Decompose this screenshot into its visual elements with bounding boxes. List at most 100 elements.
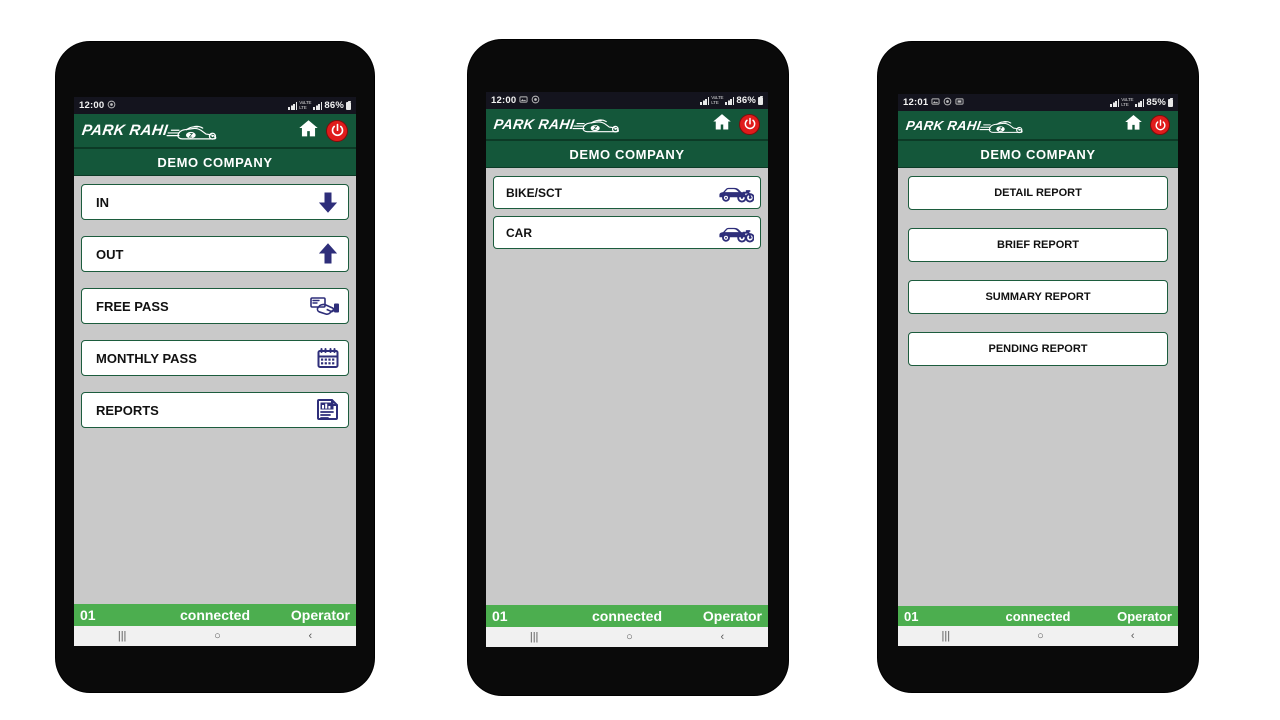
back-button[interactable]: ‹ xyxy=(1131,630,1135,642)
home-button[interactable]: ○ xyxy=(626,631,633,643)
menu-content-area: DETAIL REPORT BRIEF REPORT SUMMARY REPOR… xyxy=(898,168,1178,606)
battery-icon xyxy=(1168,97,1173,107)
gallery-icon xyxy=(519,95,528,106)
company-name: DEMO COMPANY xyxy=(980,146,1096,162)
status-connection: connected xyxy=(1005,608,1071,624)
power-icon[interactable] xyxy=(326,119,348,142)
app-logo: PARK RAHI Z xyxy=(492,114,623,134)
app-status-bar: 01 connected Operator xyxy=(898,606,1178,626)
menu-button-car[interactable]: CAR xyxy=(493,216,761,249)
power-icon[interactable] xyxy=(739,113,760,135)
alarm-icon xyxy=(531,95,540,106)
menu-button-label: CAR xyxy=(506,225,532,240)
back-button[interactable]: ‹ xyxy=(720,631,724,643)
battery-percent: 86% xyxy=(736,95,756,106)
app-logo: PARK RAHI Z xyxy=(905,116,1026,135)
phone-reports-screen: 12:01 VoLTE LTE 85% PARK RAHI Z DEMO COM… xyxy=(898,94,1178,646)
menu-content-area: BIKE/SCT CAR xyxy=(486,168,768,605)
menu-button-label: SUMMARY REPORT xyxy=(985,291,1091,303)
status-role: Operator xyxy=(290,607,350,623)
network-type-indicator: VoLTE LTE xyxy=(299,99,312,110)
phone-main-menu-device: 12:00 VoLTE LTE 86% PARK RAHI Z DEMO COM… xyxy=(56,42,374,692)
phone-main-menu-screen: 12:00 VoLTE LTE 86% PARK RAHI Z DEMO COM… xyxy=(74,97,356,646)
app-status-bar: 01 connected Operator xyxy=(74,604,356,626)
arrow-down-icon xyxy=(316,190,340,214)
app-header: PARK RAHI Z xyxy=(74,114,356,149)
home-button[interactable]: ○ xyxy=(1037,630,1044,642)
app-logo-text: PARK RAHI xyxy=(492,116,576,132)
android-status-bar: 12:00 VoLTE LTE 86% xyxy=(74,97,356,114)
alarm-icon xyxy=(943,97,952,108)
car-bike-icon xyxy=(718,181,754,204)
menu-button-pending-report[interactable]: PENDING REPORT xyxy=(908,332,1168,366)
menu-button-label: FREE PASS xyxy=(96,298,169,314)
status-role: Operator xyxy=(1117,608,1172,624)
signal-bars-icon-2 xyxy=(313,101,323,110)
menu-button-label: PENDING REPORT xyxy=(988,343,1088,355)
app-status-bar: 01 connected Operator xyxy=(486,605,768,627)
company-title-bar: DEMO COMPANY xyxy=(898,141,1178,168)
phone-vehicle-type-device: 12:00 VoLTE LTE 86% PARK RAHI Z DEMO COM… xyxy=(468,40,788,695)
menu-button-summary-report[interactable]: SUMMARY REPORT xyxy=(908,280,1168,314)
app-logo-text: PARK RAHI xyxy=(80,122,170,139)
status-connection: connected xyxy=(179,607,250,623)
phone-vehicle-type-screen: 12:00 VoLTE LTE 86% PARK RAHI Z DEMO COM… xyxy=(486,92,768,647)
company-name: DEMO COMPANY xyxy=(569,146,685,162)
menu-button-detail-report[interactable]: DETAIL REPORT xyxy=(908,176,1168,210)
calendar-icon xyxy=(316,346,340,370)
menu-button-label: MONTHLY PASS xyxy=(96,350,197,366)
menu-button-free-pass[interactable]: FREE PASS xyxy=(81,288,349,324)
battery-percent: 85% xyxy=(1146,97,1166,108)
signal-bars-icon-2 xyxy=(725,96,735,105)
recents-button[interactable]: ||| xyxy=(942,630,951,642)
status-role: Operator xyxy=(702,608,762,624)
report-doc-icon xyxy=(316,398,340,422)
park-rahi-car-mark: Z xyxy=(979,120,1023,133)
menu-button-bike-sct[interactable]: BIKE/SCT xyxy=(493,176,761,209)
android-nav-bar: ||| ○ ‹ xyxy=(486,627,768,647)
status-counter: 01 xyxy=(492,608,508,624)
system-clock: 12:00 xyxy=(491,95,517,106)
svg-text:Z: Z xyxy=(188,133,193,139)
car-bike-icon xyxy=(718,221,754,244)
recents-button[interactable]: ||| xyxy=(530,631,539,643)
menu-button-label: OUT xyxy=(96,246,124,262)
home-icon[interactable] xyxy=(1124,113,1143,137)
back-button[interactable]: ‹ xyxy=(308,630,312,642)
gallery-icon xyxy=(931,97,940,108)
park-rahi-car-mark: Z xyxy=(166,125,217,140)
saved-icon xyxy=(955,97,964,108)
android-status-bar: 12:01 VoLTE LTE 85% xyxy=(898,94,1178,111)
network-type-indicator: VoLTE LTE xyxy=(711,94,724,105)
network-type-indicator: VoLTE LTE xyxy=(1121,96,1134,107)
power-icon[interactable] xyxy=(1150,115,1170,135)
signal-bars-icon xyxy=(1110,98,1120,107)
menu-button-out[interactable]: OUT xyxy=(81,236,349,272)
menu-button-monthly-pass[interactable]: MONTHLY PASS xyxy=(81,340,349,376)
app-logo: PARK RAHI Z xyxy=(80,120,220,142)
home-icon[interactable] xyxy=(298,118,319,144)
screenshot-stage: 12:00 VoLTE LTE 86% PARK RAHI Z DEMO COM… xyxy=(0,0,1280,720)
menu-button-in[interactable]: IN xyxy=(81,184,349,220)
home-button[interactable]: ○ xyxy=(214,630,221,642)
alarm-icon xyxy=(107,100,116,111)
android-nav-bar: ||| ○ ‹ xyxy=(74,626,356,646)
status-counter: 01 xyxy=(904,608,919,624)
arrow-up-icon xyxy=(316,242,340,266)
home-icon[interactable] xyxy=(712,112,732,137)
menu-button-label: IN xyxy=(96,194,109,210)
menu-button-label: DETAIL REPORT xyxy=(994,187,1082,199)
battery-percent: 86% xyxy=(324,100,344,111)
menu-button-brief-report[interactable]: BRIEF REPORT xyxy=(908,228,1168,262)
company-title-bar: DEMO COMPANY xyxy=(74,149,356,176)
free-pass-icon xyxy=(310,294,340,318)
battery-icon xyxy=(758,95,763,105)
status-connection: connected xyxy=(591,608,662,624)
phone-reports-device: 12:01 VoLTE LTE 85% PARK RAHI Z DEMO COM… xyxy=(878,42,1198,692)
recents-button[interactable]: ||| xyxy=(118,630,127,642)
menu-button-label: BIKE/SCT xyxy=(506,185,563,200)
system-clock: 12:00 xyxy=(79,100,105,111)
menu-button-reports[interactable]: REPORTS xyxy=(81,392,349,428)
park-rahi-car-mark: Z xyxy=(572,119,620,133)
company-name: DEMO COMPANY xyxy=(157,154,273,170)
